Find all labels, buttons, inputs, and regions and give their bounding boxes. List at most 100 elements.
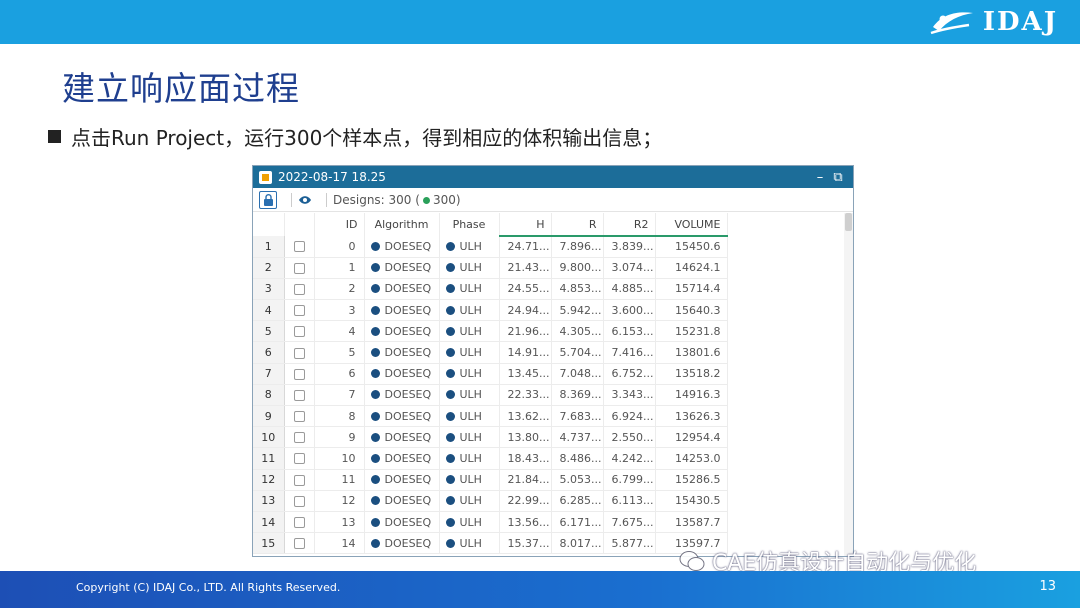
table-row[interactable]: 6 5 DOESEQ ULH 14.91... 5.704... 7.416... 13801…	[253, 341, 728, 364]
row-checkbox[interactable]	[293, 538, 305, 550]
cell-h: 21.96...	[499, 320, 552, 343]
cell-r2: 3.600...	[603, 299, 656, 322]
vertical-scrollbar[interactable]	[844, 213, 853, 556]
row-checkbox-cell[interactable]	[284, 320, 315, 343]
table-row[interactable]: 14 13 DOESEQ ULH 13.56... 6.171... 7.675... 135…	[253, 511, 728, 534]
algorithm-dot-icon	[370, 263, 380, 273]
algorithm-value: DOESEQ	[384, 515, 432, 529]
row-number: 5	[253, 320, 285, 343]
cell-r: 8.017...	[551, 532, 604, 555]
column-header-id[interactable]: ID	[314, 213, 365, 236]
row-checkbox[interactable]	[293, 347, 305, 359]
top-banner: IDAJ	[0, 0, 1080, 44]
phase-value: ULH	[459, 451, 482, 465]
row-checkbox[interactable]	[293, 517, 305, 529]
lock-button[interactable]	[259, 190, 277, 209]
cell-r2: 6.752...	[603, 363, 656, 385]
status-dot-icon	[422, 196, 430, 204]
row-checkbox[interactable]	[293, 283, 305, 295]
row-checkbox[interactable]	[293, 474, 305, 486]
row-checkbox[interactable]	[293, 432, 305, 444]
view-toggle-button[interactable]	[298, 195, 312, 205]
row-checkbox-cell[interactable]	[284, 532, 315, 555]
row-checkbox-cell[interactable]	[284, 490, 315, 512]
row-checkbox-cell[interactable]	[284, 341, 315, 364]
table-row[interactable]: 9 8 DOESEQ ULH 13.62... 7.683... 6.924... 13626…	[253, 405, 728, 428]
algorithm-value: DOESEQ	[384, 324, 432, 338]
row-number: 1	[253, 236, 285, 258]
algorithm-value: DOESEQ	[384, 430, 432, 444]
phase-value: ULH	[459, 494, 482, 508]
column-header-algorithm[interactable]: Algorithm	[364, 213, 440, 236]
cell-id: 9	[314, 426, 365, 449]
cell-r2: 2.550...	[603, 426, 656, 449]
row-checkbox[interactable]	[293, 411, 305, 423]
designs-count-label: Designs: 300 (300)	[333, 193, 461, 207]
column-header-volume[interactable]: VOLUME	[655, 213, 728, 237]
algorithm-dot-icon	[370, 390, 380, 400]
cell-algorithm: DOESEQ	[364, 469, 440, 491]
row-checkbox-cell[interactable]	[284, 447, 315, 470]
table-row[interactable]: 7 6 DOESEQ ULH 13.45... 7.048... 6.752... 13518…	[253, 363, 728, 385]
cell-r2: 5.877...	[603, 532, 656, 555]
table-row[interactable]: 11 10 DOESEQ ULH 18.43... 8.486... 4.242... 142…	[253, 447, 728, 470]
cell-id: 1	[314, 257, 365, 279]
column-header-phase[interactable]: Phase	[439, 213, 500, 236]
column-header-r[interactable]: R	[551, 213, 604, 237]
phase-dot-icon	[445, 475, 455, 485]
table-row[interactable]: 3 2 DOESEQ ULH 24.55... 4.853... 4.885... 15714…	[253, 278, 728, 301]
cell-algorithm: DOESEQ	[364, 405, 440, 428]
row-checkbox[interactable]	[293, 326, 305, 338]
column-header-r2[interactable]: R2	[603, 213, 656, 237]
cell-h: 13.45...	[499, 363, 552, 385]
page-number: 13	[1039, 579, 1056, 594]
phase-value: ULH	[459, 239, 482, 253]
row-checkbox[interactable]	[293, 389, 305, 401]
row-checkbox[interactable]	[293, 368, 305, 380]
row-checkbox-cell[interactable]	[284, 511, 315, 534]
cell-h: 21.43...	[499, 257, 552, 279]
window-titlebar[interactable]: 2022-08-17 18.25 – ⧉	[253, 166, 853, 188]
table-row[interactable]: 12 11 DOESEQ ULH 21.84... 5.053... 6.799... 152…	[253, 469, 728, 491]
cell-algorithm: DOESEQ	[364, 278, 440, 301]
table-row[interactable]: 4 3 DOESEQ ULH 24.94... 5.942... 3.600... 15640…	[253, 299, 728, 322]
toolbar-divider	[326, 192, 327, 207]
row-checkbox-cell[interactable]	[284, 236, 315, 258]
cell-r: 5.942...	[551, 299, 604, 322]
algorithm-value: DOESEQ	[384, 239, 432, 253]
row-checkbox-cell[interactable]	[284, 384, 315, 407]
row-checkbox-cell[interactable]	[284, 405, 315, 428]
phase-dot-icon	[445, 305, 455, 315]
row-checkbox-cell[interactable]	[284, 257, 315, 279]
scrollbar-thumb[interactable]	[845, 213, 852, 231]
row-checkbox[interactable]	[293, 241, 305, 253]
table-row[interactable]: 13 12 DOESEQ ULH 22.99... 6.285... 6.113... 154…	[253, 490, 728, 512]
row-checkbox[interactable]	[293, 453, 305, 465]
chat-bubble-icon	[679, 551, 705, 571]
table-row[interactable]: 8 7 DOESEQ ULH 22.33... 8.369... 3.343... 14916…	[253, 384, 728, 407]
row-checkbox[interactable]	[293, 495, 305, 507]
cell-r: 4.853...	[551, 278, 604, 301]
cell-id: 4	[314, 320, 365, 343]
row-checkbox-cell[interactable]	[284, 299, 315, 322]
table-row[interactable]: 5 4 DOESEQ ULH 21.96... 4.305... 6.153... 15231…	[253, 320, 728, 343]
table-row[interactable]: 15 14 DOESEQ ULH 15.37... 8.017... 5.877... 135…	[253, 532, 728, 555]
algorithm-value: DOESEQ	[384, 451, 432, 465]
swoosh-logo-icon	[930, 12, 973, 35]
minimize-button[interactable]: –	[811, 170, 829, 185]
algorithm-value: DOESEQ	[384, 303, 432, 317]
table-row[interactable]: 10 9 DOESEQ ULH 13.80... 4.737... 2.550... 1295…	[253, 426, 728, 449]
row-checkbox[interactable]	[293, 305, 305, 317]
row-checkbox[interactable]	[293, 262, 305, 274]
table-row[interactable]: 1 0 DOESEQ ULH 24.71... 7.896... 3.839... 15450…	[253, 236, 728, 258]
column-header-h[interactable]: H	[499, 213, 552, 237]
restore-button[interactable]: ⧉	[829, 170, 847, 185]
row-checkbox-cell[interactable]	[284, 363, 315, 385]
row-checkbox-cell[interactable]	[284, 426, 315, 449]
row-checkbox-cell[interactable]	[284, 278, 315, 301]
phase-value: ULH	[459, 409, 482, 423]
table-row[interactable]: 2 1 DOESEQ ULH 21.43... 9.800... 3.074... 14624…	[253, 257, 728, 279]
row-checkbox-cell[interactable]	[284, 469, 315, 491]
cell-phase: ULH	[439, 299, 500, 322]
phase-value: ULH	[459, 324, 482, 338]
